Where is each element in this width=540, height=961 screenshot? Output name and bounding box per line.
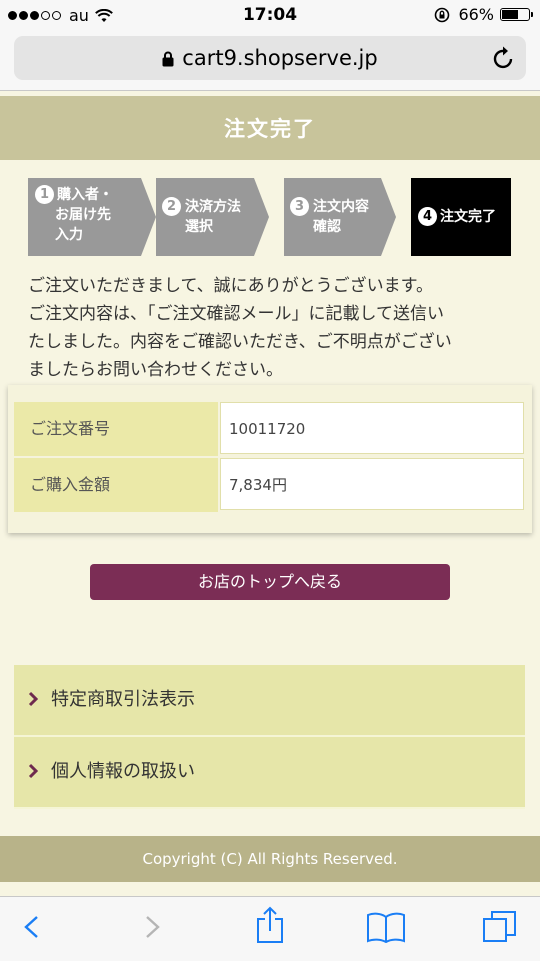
message-line: ご注文内容は、「ご注文確認メール」に記載して送信い bbox=[28, 304, 444, 324]
order-amount-label: ご購入金額 bbox=[14, 458, 218, 512]
message-line: ご注文いただきまして、誠にありがとうございます。 bbox=[28, 276, 433, 296]
message-line: たしました。内容をご確認いただき、ご不明点がござい bbox=[28, 332, 452, 352]
step-1: 1 購入者・ お届け先 入力 bbox=[28, 178, 156, 256]
forward-icon[interactable] bbox=[140, 909, 164, 945]
step-4-label: 注文完了 bbox=[440, 209, 496, 225]
order-summary: ご注文番号 10011720 ご購入金額 7,834円 bbox=[8, 385, 532, 533]
order-number-label: ご注文番号 bbox=[14, 402, 218, 456]
link-label: 個人情報の取扱い bbox=[51, 761, 195, 782]
orientation-lock-icon bbox=[435, 7, 450, 22]
link-specified-commercial-transactions[interactable]: 特定商取引法表示 bbox=[14, 665, 525, 737]
link-privacy-policy[interactable]: 個人情報の取扱い bbox=[14, 737, 525, 809]
order-amount-row: ご購入金額 7,834円 bbox=[14, 458, 526, 512]
battery-percent: 66% bbox=[458, 5, 494, 24]
chevron-right-icon bbox=[28, 691, 38, 707]
order-amount-value: 7,834円 bbox=[220, 458, 524, 510]
url-display[interactable]: cart9.shopserve.jp bbox=[14, 46, 526, 70]
step-2-number: 2 bbox=[162, 197, 181, 216]
chevron-right-icon bbox=[28, 763, 38, 779]
battery-icon bbox=[500, 8, 533, 21]
padlock-icon bbox=[162, 51, 174, 67]
step-4-number: 4 bbox=[418, 207, 437, 226]
status-bar: au 17:04 66% bbox=[0, 0, 540, 32]
browser-toolbar bbox=[0, 896, 540, 961]
page-title: 注文完了 bbox=[224, 117, 316, 141]
footer-copyright: Copyright (C) All Rights Reserved. bbox=[0, 836, 540, 882]
share-icon[interactable] bbox=[254, 905, 286, 945]
step-3-number: 3 bbox=[290, 197, 309, 216]
back-icon[interactable] bbox=[20, 909, 44, 945]
url-text: cart9.shopserve.jp bbox=[182, 46, 378, 70]
browser-address-area: cart9.shopserve.jp bbox=[0, 32, 540, 91]
page-header: 注文完了 bbox=[0, 96, 540, 160]
order-number-value: 10011720 bbox=[220, 402, 524, 454]
status-right: 66% bbox=[434, 5, 533, 24]
step-4: 4 注文完了 bbox=[411, 178, 511, 256]
message-line: ましたらお問い合わせください。 bbox=[28, 360, 283, 380]
reload-icon[interactable] bbox=[492, 45, 516, 71]
step-2: 2 決済方法 選択 bbox=[156, 178, 269, 256]
thank-you-message: ご注文いただきまして、誠にありがとうございます。 ご注文内容は、「ご注文確認メー… bbox=[28, 272, 518, 384]
bookmarks-icon[interactable] bbox=[366, 911, 406, 943]
back-to-shop-top-button[interactable]: お店のトップへ戻る bbox=[90, 564, 450, 600]
link-label: 特定商取引法表示 bbox=[51, 689, 195, 710]
step-3: 3 注文内容 確認 bbox=[284, 178, 396, 256]
step-3-label: 注文内容 確認 bbox=[313, 199, 369, 235]
tabs-icon[interactable] bbox=[482, 909, 518, 945]
step-1-number: 1 bbox=[35, 185, 54, 204]
checkout-steps: 1 購入者・ お届け先 入力 2 決済方法 選択 3 注文内容 確認 4 注文完… bbox=[0, 178, 540, 258]
address-bar[interactable]: cart9.shopserve.jp bbox=[14, 36, 526, 80]
step-1-label: 購入者・ お届け先 入力 bbox=[55, 187, 113, 243]
step-2-label: 決済方法 選択 bbox=[185, 199, 241, 235]
order-number-row: ご注文番号 10011720 bbox=[14, 402, 526, 456]
